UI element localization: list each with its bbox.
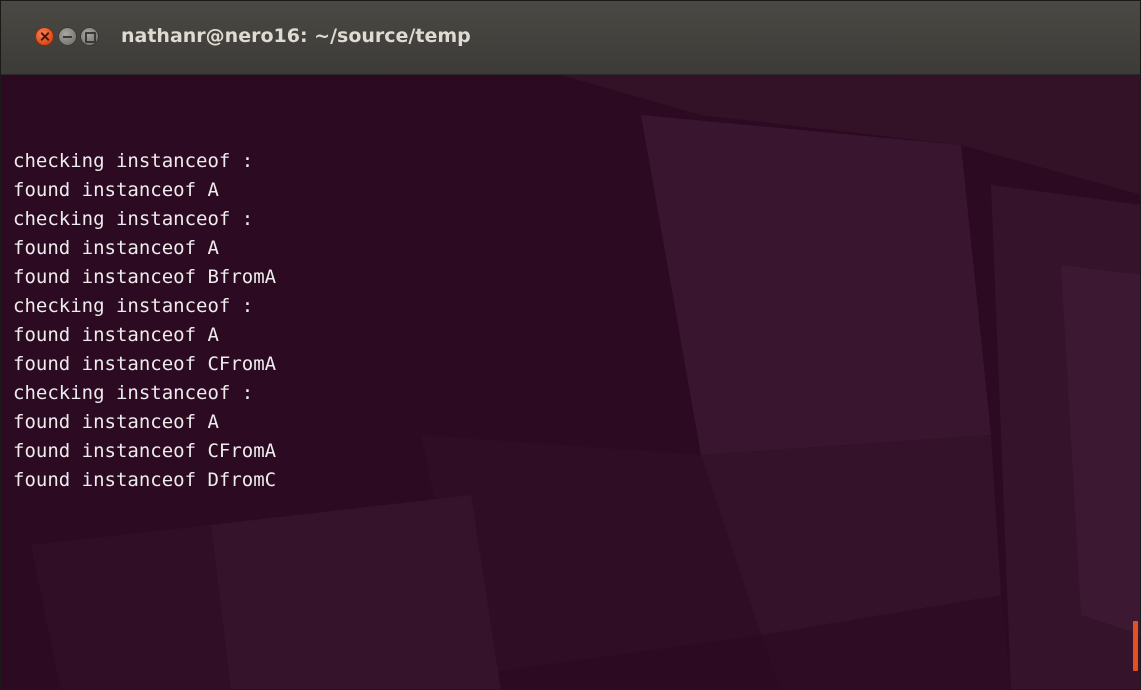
- output-line: found instanceof A: [13, 237, 219, 259]
- output-line: found instanceof CFromA: [13, 440, 277, 462]
- terminal-window: nathanr@nero16: ~/source/temp checking i…: [0, 0, 1141, 690]
- output-line: found instanceof CFromA: [13, 353, 277, 375]
- scrollbar-thumb[interactable]: [1133, 621, 1138, 671]
- minimize-icon[interactable]: [58, 27, 77, 46]
- output-line: found instanceof BfromA: [13, 266, 277, 288]
- terminal-output: checking instanceof : found instanceof A c…: [13, 147, 276, 495]
- output-line: checking instanceof :: [13, 150, 254, 172]
- output-line: found instanceof A: [13, 324, 219, 346]
- close-icon[interactable]: [35, 27, 54, 46]
- maximize-icon[interactable]: [80, 27, 99, 46]
- title-bar[interactable]: nathanr@nero16: ~/source/temp: [1, 1, 1140, 75]
- window-title: nathanr@nero16: ~/source/temp: [121, 25, 471, 47]
- output-line: found instanceof A: [13, 179, 219, 201]
- output-line: found instanceof A: [13, 411, 219, 433]
- output-line: found instanceof DfromC: [13, 469, 277, 491]
- output-line: checking instanceof :: [13, 382, 254, 404]
- output-line: checking instanceof :: [13, 295, 254, 317]
- output-line: checking instanceof :: [13, 208, 254, 230]
- terminal-area[interactable]: checking instanceof : found instanceof A c…: [1, 75, 1140, 689]
